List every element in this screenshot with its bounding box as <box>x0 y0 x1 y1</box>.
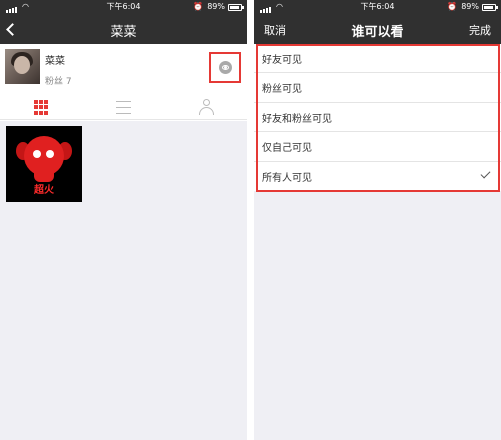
battery-percent: 89% <box>461 2 479 11</box>
page-title: 谁可以看 <box>351 25 404 40</box>
done-button[interactable]: 完成 <box>469 22 491 38</box>
list-icon <box>116 101 131 114</box>
battery-percent: 89% <box>207 2 225 11</box>
nav-bar: 菜菜 <box>0 14 247 44</box>
status-bar: ◠ 下午6:04 ⏰ 89% <box>0 0 247 14</box>
options-highlight <box>256 44 500 192</box>
battery-icon <box>482 4 498 11</box>
tab-grid[interactable] <box>0 96 82 120</box>
alarm-icon: ⏰ <box>193 2 203 11</box>
profile-tabs <box>0 96 247 120</box>
post-grid: 超火 <box>0 121 247 440</box>
grid-icon <box>34 100 49 115</box>
profile-fans: 粉丝 7 <box>45 77 72 87</box>
visibility-highlight <box>209 52 241 83</box>
page-title: 菜菜 <box>110 25 137 40</box>
tab-person[interactable] <box>164 96 246 120</box>
nav-bar: 取消 谁可以看 完成 <box>254 14 501 44</box>
alarm-icon: ⏰ <box>447 2 457 11</box>
profile-name: 菜菜 <box>45 56 65 67</box>
post-caption: 超火 <box>34 185 54 196</box>
battery-icon <box>228 4 244 11</box>
person-icon <box>198 99 214 116</box>
eye-icon[interactable] <box>219 61 232 74</box>
status-bar: ◠ 下午6:04 ⏰ 89% <box>254 0 501 14</box>
tab-list[interactable] <box>82 96 164 120</box>
avatar[interactable] <box>5 49 40 84</box>
post-thumbnail[interactable]: 超火 <box>6 126 82 202</box>
